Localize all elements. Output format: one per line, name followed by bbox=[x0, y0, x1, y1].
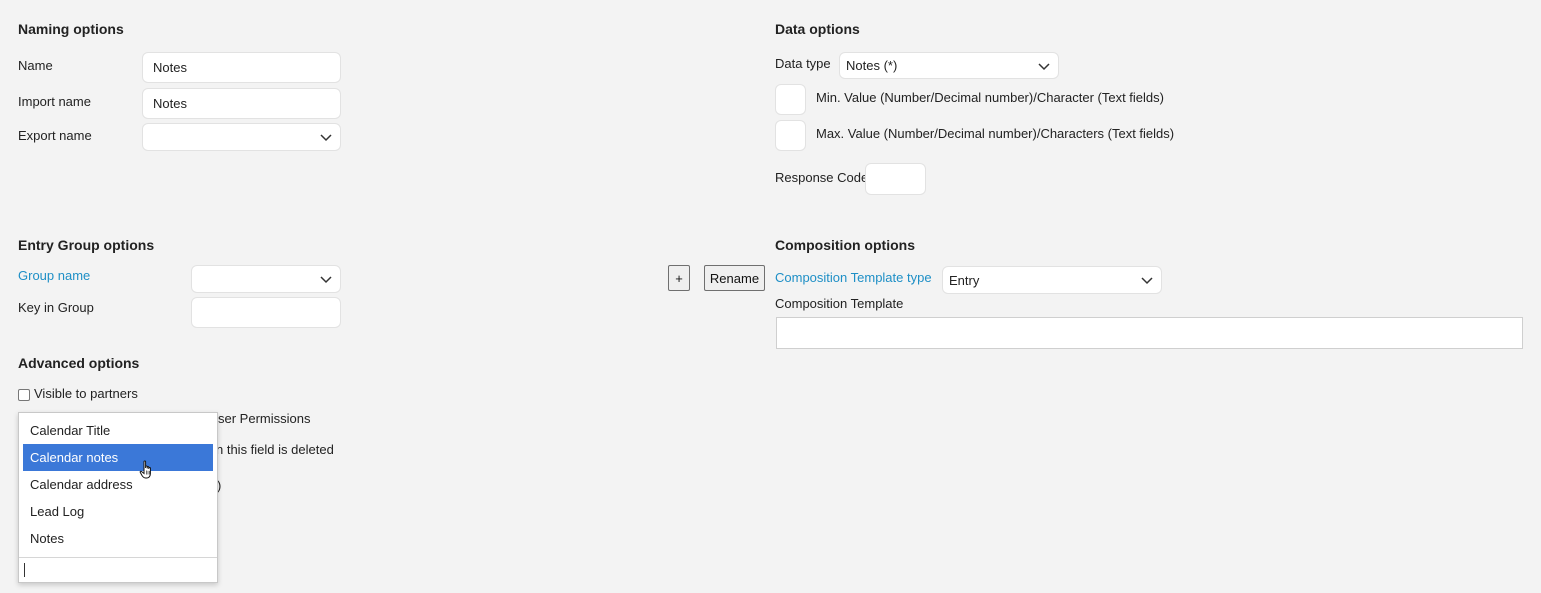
field-deleted-partial-label: n this field is deleted bbox=[216, 442, 334, 457]
key-in-group-input[interactable] bbox=[191, 297, 341, 328]
export-name-label: Export name bbox=[18, 128, 92, 143]
visible-to-partners-checkbox[interactable] bbox=[18, 389, 30, 401]
composition-heading: Composition options bbox=[775, 237, 915, 253]
template-type-select[interactable]: Entry bbox=[942, 266, 1162, 294]
response-code-label: Response Code bbox=[775, 170, 869, 185]
key-in-group-label: Key in Group bbox=[18, 300, 94, 315]
group-name-select[interactable] bbox=[191, 265, 341, 293]
dropdown-option[interactable]: Notes bbox=[23, 525, 213, 552]
import-name-label: Import name bbox=[18, 94, 91, 109]
dropdown-option[interactable]: Lead Log bbox=[23, 498, 213, 525]
chevron-down-icon bbox=[1038, 62, 1050, 70]
group-name-label[interactable]: Group name bbox=[18, 268, 90, 283]
advanced-options-heading: Advanced options bbox=[18, 355, 140, 371]
max-value-input[interactable] bbox=[775, 120, 806, 151]
dropdown-option[interactable]: Calendar Title bbox=[23, 417, 213, 444]
data-type-select[interactable]: Notes (*) bbox=[839, 52, 1059, 79]
composition-template-input[interactable] bbox=[776, 317, 1523, 349]
data-type-value: Notes (*) bbox=[846, 58, 898, 73]
name-input-value: Notes bbox=[153, 60, 187, 75]
export-name-select[interactable] bbox=[142, 123, 341, 151]
template-type-value: Entry bbox=[949, 272, 980, 288]
name-input[interactable]: Notes bbox=[142, 52, 341, 83]
dropdown-option-selected[interactable]: Calendar notes bbox=[23, 444, 213, 471]
add-group-button[interactable]: + bbox=[668, 265, 690, 291]
dropdown-search-input[interactable] bbox=[19, 557, 217, 582]
hand-pointer-icon bbox=[139, 460, 151, 479]
data-options-heading: Data options bbox=[775, 21, 860, 37]
chevron-down-icon bbox=[320, 134, 332, 142]
text-cursor bbox=[24, 563, 25, 577]
name-label: Name bbox=[18, 58, 53, 73]
import-name-input[interactable]: Notes bbox=[142, 88, 341, 119]
response-code-input[interactable] bbox=[865, 163, 926, 195]
rename-group-button[interactable]: Rename bbox=[704, 265, 765, 291]
entry-group-heading: Entry Group options bbox=[18, 237, 155, 253]
export-name-dropdown: Calendar Title Calendar notes Calendar a… bbox=[18, 412, 218, 583]
min-value-input[interactable] bbox=[775, 84, 806, 115]
template-type-label[interactable]: Composition Template type bbox=[775, 270, 932, 285]
min-value-label: Min. Value (Number/Decimal number)/Chara… bbox=[816, 90, 1164, 105]
import-name-input-value: Notes bbox=[153, 96, 187, 111]
naming-options-heading: Naming options bbox=[18, 21, 124, 37]
composition-template-label: Composition Template bbox=[775, 296, 904, 311]
chevron-down-icon bbox=[320, 276, 332, 284]
chevron-down-icon bbox=[1141, 277, 1153, 285]
dropdown-option[interactable]: Calendar address bbox=[23, 471, 213, 498]
max-value-label: Max. Value (Number/Decimal number)/Chara… bbox=[816, 126, 1175, 141]
visible-to-partners-label: Visible to partners bbox=[34, 386, 138, 401]
user-permissions-partial-label: ser Permissions bbox=[218, 411, 311, 426]
data-type-label: Data type bbox=[775, 56, 831, 71]
